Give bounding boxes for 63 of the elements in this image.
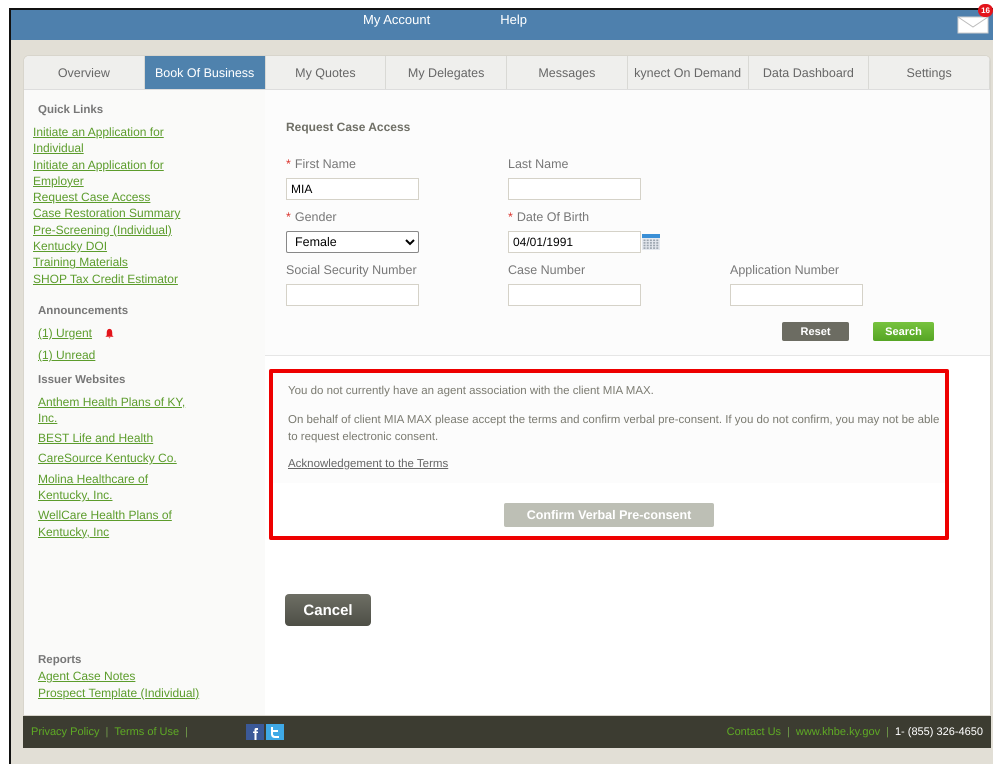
header-nav-link[interactable]: Help (500, 12, 527, 27)
issuer-link[interactable]: CareSource Kentucky Co. (38, 450, 198, 467)
section-heading: Announcements (38, 304, 130, 317)
issuer-link[interactable]: Molina Healthcare of Kentucky, Inc. (38, 470, 198, 504)
field-label: Case Number (508, 263, 586, 277)
field-label: * Gender (286, 210, 338, 224)
quick-link[interactable]: Case Restoration Summary (33, 205, 203, 222)
field-label: * Date Of Birth (508, 210, 590, 224)
quick-link[interactable]: Kentucky DOI (33, 238, 203, 254)
quick-link[interactable]: Request Case Access (33, 189, 203, 206)
section-heading: Quick Links (38, 104, 104, 116)
calendar-icon[interactable] (642, 233, 660, 251)
text-field[interactable] (286, 284, 419, 306)
quick-link[interactable]: Initiate an Application for Individual (33, 124, 203, 157)
notification-badge: 16 (978, 4, 993, 17)
required-asterisk: * (286, 157, 291, 171)
quick-link[interactable]: Initiate an Application for Employer (33, 156, 203, 190)
footer-separator: | (885, 726, 890, 738)
footer-separator: | (104, 726, 110, 738)
text-field[interactable]: MIA (286, 178, 419, 200)
report-link[interactable]: Agent Case Notes (38, 668, 265, 685)
mail-icon[interactable] (957, 14, 989, 34)
gender-select[interactable]: Female (286, 231, 419, 253)
phone-number: 1- (855) 326-4650 (894, 726, 983, 738)
nav-tab[interactable]: Book Of Business (144, 56, 266, 89)
issuer-link[interactable]: BEST Life and Health (38, 430, 198, 446)
nav-tab[interactable]: Overview (24, 56, 145, 89)
twitter-icon[interactable] (266, 724, 284, 740)
footer-link[interactable]: Contact Us (726, 726, 782, 738)
footer-link[interactable]: Privacy Policy (31, 726, 100, 738)
date-field[interactable]: 04/01/1991 (508, 231, 641, 253)
cancel-button[interactable]: Cancel (285, 594, 371, 626)
quick-link[interactable]: SHOP Tax Credit Estimator (33, 270, 203, 287)
quick-link[interactable]: Training Materials (33, 254, 203, 271)
report-link[interactable]: Prospect Template (Individual) (38, 684, 265, 701)
terms-link[interactable]: Acknowledgement to the Terms (288, 458, 448, 470)
issuer-link[interactable]: WellCare Health Plans of Kentucky, Inc (38, 507, 198, 540)
footer-separator: | (184, 726, 189, 738)
form-button[interactable]: Reset (782, 322, 849, 341)
header-nav-link[interactable]: My Account (363, 12, 430, 27)
consent-message: You do not currently have an agent association with the client MIA MAX. (288, 384, 655, 399)
field-label: Social Security Number (286, 263, 418, 277)
announcement-link[interactable]: (1) Urgent (38, 324, 92, 342)
form-button[interactable]: Search (873, 322, 934, 341)
required-asterisk: * (508, 210, 513, 224)
announcement-link[interactable]: (1) Unread (38, 347, 96, 364)
footer-link[interactable]: www.khbe.ky.gov (796, 726, 880, 738)
text-field[interactable] (508, 284, 641, 306)
form-title: Request Case Access (286, 120, 412, 134)
text-field[interactable] (730, 284, 863, 306)
footer-link[interactable]: Terms of Use (114, 726, 180, 738)
footer-separator: | (786, 726, 791, 738)
field-label: Application Number (730, 263, 840, 277)
required-asterisk: * (286, 210, 291, 224)
section-heading: Issuer Websites (38, 374, 126, 386)
field-label: * First Name (286, 157, 357, 171)
facebook-icon[interactable] (246, 724, 264, 740)
section-heading: Reports (38, 654, 82, 666)
text-field[interactable] (508, 178, 641, 200)
field-label: Last Name (508, 157, 570, 171)
issuer-link[interactable]: Anthem Health Plans of KY, Inc. (38, 394, 198, 426)
quick-link[interactable]: Pre-Screening (Individual) (33, 222, 203, 238)
consent-message: On behalf of client MIA MAX please accept the terms and confirm verbal pre-consent. If you do not confirm, you may not be able to request electronic consent. (288, 413, 940, 445)
